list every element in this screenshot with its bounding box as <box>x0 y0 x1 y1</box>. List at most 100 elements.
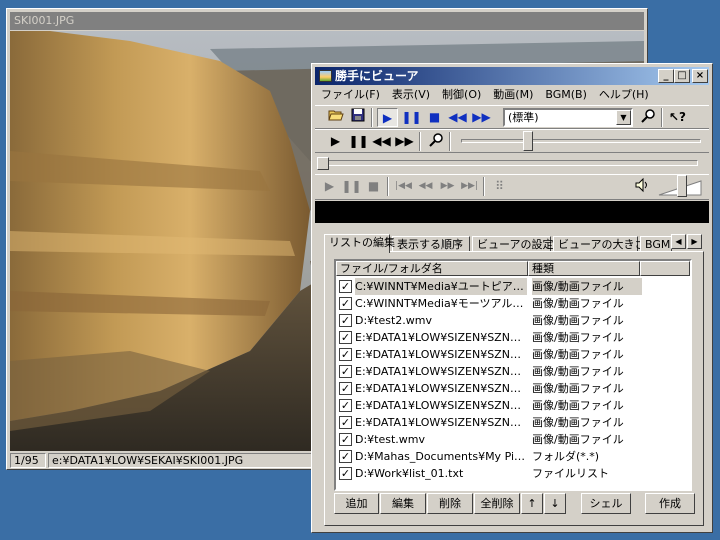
close-button[interactable]: × <box>692 69 708 83</box>
edit-button[interactable]: 編集 <box>380 493 426 514</box>
list-item[interactable]: ✓E:¥DATA1¥LOW¥SIZEN¥SZN004.JPG 画像/動画ファイル <box>336 363 690 380</box>
create-button[interactable]: 作成 <box>645 493 695 514</box>
rewind-icon[interactable]: ◀◀ <box>415 177 436 196</box>
row-checkbox[interactable]: ✓ <box>339 467 352 480</box>
menu-file[interactable]: ファイル(F) <box>315 86 386 104</box>
move-down-button[interactable]: ↓ <box>544 493 566 514</box>
skip-back-icon[interactable]: |◀◀ <box>393 177 414 196</box>
magnifier-icon[interactable] <box>637 108 658 127</box>
fast-forward-icon[interactable]: ▶▶ <box>437 177 458 196</box>
menu-control[interactable]: 制御(O) <box>436 86 487 104</box>
row-type: ファイルリスト <box>532 467 609 480</box>
maximize-button[interactable]: □ <box>674 69 690 83</box>
row-checkbox[interactable]: ✓ <box>339 365 352 378</box>
menu-view[interactable]: 表示(V) <box>386 86 436 104</box>
row-checkbox[interactable]: ✓ <box>339 399 352 412</box>
list-item[interactable]: ✓ D:¥test2.wmv 画像/動画ファイル <box>336 312 690 329</box>
menu-bgm[interactable]: BGM(B) <box>539 86 593 104</box>
row-checkbox[interactable]: ✓ <box>339 331 352 344</box>
column-header-filler <box>640 261 690 276</box>
delete-button[interactable]: 削除 <box>427 493 473 514</box>
tab-bgm[interactable]: BGM <box>640 236 672 252</box>
row-checkbox[interactable]: ✓ <box>339 382 352 395</box>
toolbar-separator <box>419 132 421 151</box>
list-item[interactable]: ✓E:¥DATA1¥LOW¥SIZEN¥SZN001.JPG 画像/動画ファイル <box>336 414 690 431</box>
list-button-row: 追加 編集 削除 全削除 ↑ ↓ シェル 作成 <box>331 493 697 514</box>
pause-icon[interactable]: ❚❚ <box>341 177 362 196</box>
app-icon[interactable] <box>319 70 332 82</box>
tab-viewer-settings[interactable]: ビューアの設定 <box>472 236 554 252</box>
column-header-name[interactable]: ファイル/フォルダ名 <box>336 261 528 276</box>
tab-scroll-left-icon[interactable]: ◀ <box>671 234 686 249</box>
list-item[interactable]: ✓C:¥WINNT¥Media¥モーツアルト - 開始.wav 画像/動画ファイル <box>336 295 690 312</box>
row-checkbox[interactable]: ✓ <box>339 280 352 293</box>
minimize-button[interactable]: _ <box>658 69 674 83</box>
row-path: E:¥DATA1¥LOW¥SIZEN¥SZN006.JPG <box>355 331 527 344</box>
player-toolbar: ▶ ❚❚ ◀◀ ▶▶ <box>315 129 709 153</box>
row-type: 画像/動画ファイル <box>532 278 642 295</box>
list-item[interactable]: ✓E:¥DATA1¥LOW¥SIZEN¥SZN006.JPG 画像/動画ファイル <box>336 329 690 346</box>
row-type: フォルダ(*.*) <box>532 450 600 463</box>
list-edit-panel: ファイル/フォルダ名 種類 ✓C:¥WINNT¥Media¥ユートピア - エラ… <box>324 251 704 526</box>
row-checkbox[interactable]: ✓ <box>339 348 352 361</box>
rewind-icon[interactable]: ◀◀ <box>371 132 392 151</box>
fast-forward-icon[interactable]: ▶▶ <box>471 108 492 127</box>
open-folder-icon[interactable] <box>325 108 346 127</box>
column-header-type[interactable]: 種類 <box>528 261 640 276</box>
play-icon[interactable]: ▶ <box>319 177 340 196</box>
list-item[interactable]: ✓E:¥DATA1¥LOW¥SIZEN¥SZN003.JPG 画像/動画ファイル <box>336 380 690 397</box>
list-item[interactable]: ✓E:¥DATA1¥LOW¥SIZEN¥SZN005.JPG 画像/動画ファイル <box>336 346 690 363</box>
row-checkbox[interactable]: ✓ <box>339 416 352 429</box>
position-slider-track[interactable] <box>461 139 701 143</box>
fast-forward-icon[interactable]: ▶▶ <box>394 132 415 151</box>
menu-movie[interactable]: 動画(M) <box>487 86 539 104</box>
row-path: E:¥DATA1¥LOW¥SIZEN¥SZN005.JPG <box>355 348 527 361</box>
grid-icon[interactable]: ⠿ <box>489 177 510 196</box>
delete-all-button[interactable]: 全削除 <box>474 493 520 514</box>
row-path: D:¥test.wmv <box>355 433 426 446</box>
row-type: 画像/動画ファイル <box>532 314 624 327</box>
viewer-title-bar[interactable]: SKI001.JPG <box>10 12 644 30</box>
floppy-disk-icon[interactable] <box>347 108 368 127</box>
pause-icon[interactable]: ❚❚ <box>348 132 369 151</box>
play-icon[interactable]: ▶ <box>325 132 346 151</box>
menu-help[interactable]: ヘルプ(H) <box>593 86 655 104</box>
rewind-icon[interactable]: ◀◀ <box>447 108 468 127</box>
move-up-button[interactable]: ↑ <box>521 493 543 514</box>
skip-forward-icon[interactable]: ▶▶| <box>459 177 480 196</box>
seek-thumb[interactable] <box>317 157 329 170</box>
add-button[interactable]: 追加 <box>334 493 379 514</box>
chevron-down-icon[interactable]: ▼ <box>616 110 631 125</box>
row-checkbox[interactable]: ✓ <box>339 450 352 463</box>
stop-icon[interactable]: ■ <box>424 108 445 127</box>
row-checkbox[interactable]: ✓ <box>339 433 352 446</box>
stop-icon[interactable]: ■ <box>363 177 384 196</box>
speaker-icon[interactable] <box>631 177 652 196</box>
tab-display-order[interactable]: 表示する順序 <box>392 236 470 252</box>
list-item[interactable]: ✓ D:¥test.wmv 画像/動画ファイル <box>336 431 690 448</box>
main-toolbar: ▶ ❚❚ ■ ◀◀ ▶▶ (標準) ▼ ↖? <box>315 105 709 129</box>
magnifier-icon[interactable] <box>425 132 446 151</box>
row-path: C:¥WINNT¥Media¥ユートピア - エラー.wav <box>355 278 527 295</box>
row-checkbox[interactable]: ✓ <box>339 297 352 310</box>
list-item[interactable]: ✓D:¥Mahas_Documents¥My Pictures フォルダ(*.*) <box>336 448 690 465</box>
list-item[interactable]: ✓E:¥DATA1¥LOW¥SIZEN¥SZN002.JPG 画像/動画ファイル <box>336 397 690 414</box>
row-checkbox[interactable]: ✓ <box>339 314 352 327</box>
mode-select[interactable]: (標準) ▼ <box>503 108 633 127</box>
play-icon[interactable]: ▶ <box>377 108 398 127</box>
volume-slider-thumb[interactable] <box>677 175 687 197</box>
tab-list-edit[interactable]: リストの編集 <box>324 234 395 253</box>
position-slider-thumb[interactable] <box>523 131 533 151</box>
seek-bar[interactable] <box>328 160 698 166</box>
shell-button[interactable]: シェル <box>581 493 631 514</box>
list-item[interactable]: ✓C:¥WINNT¥Media¥ユートピア - エラー.wav 画像/動画ファイル <box>336 278 690 295</box>
help-pointer-icon[interactable]: ↖? <box>667 108 688 127</box>
list-item[interactable]: ✓ D:¥Work¥list_01.txt ファイルリスト <box>336 465 690 482</box>
main-title: 勝手にビューア <box>335 69 419 83</box>
file-list[interactable]: ファイル/フォルダ名 種類 ✓C:¥WINNT¥Media¥ユートピア - エラ… <box>334 259 692 491</box>
main-title-bar[interactable]: 勝手にビューア _ □ × <box>315 67 709 85</box>
toolbar-separator <box>483 177 485 196</box>
tab-viewer-size[interactable]: ビューアの大きさ <box>553 236 646 252</box>
pause-icon[interactable]: ❚❚ <box>401 108 422 127</box>
tab-scroll-right-icon[interactable]: ▶ <box>687 234 702 249</box>
